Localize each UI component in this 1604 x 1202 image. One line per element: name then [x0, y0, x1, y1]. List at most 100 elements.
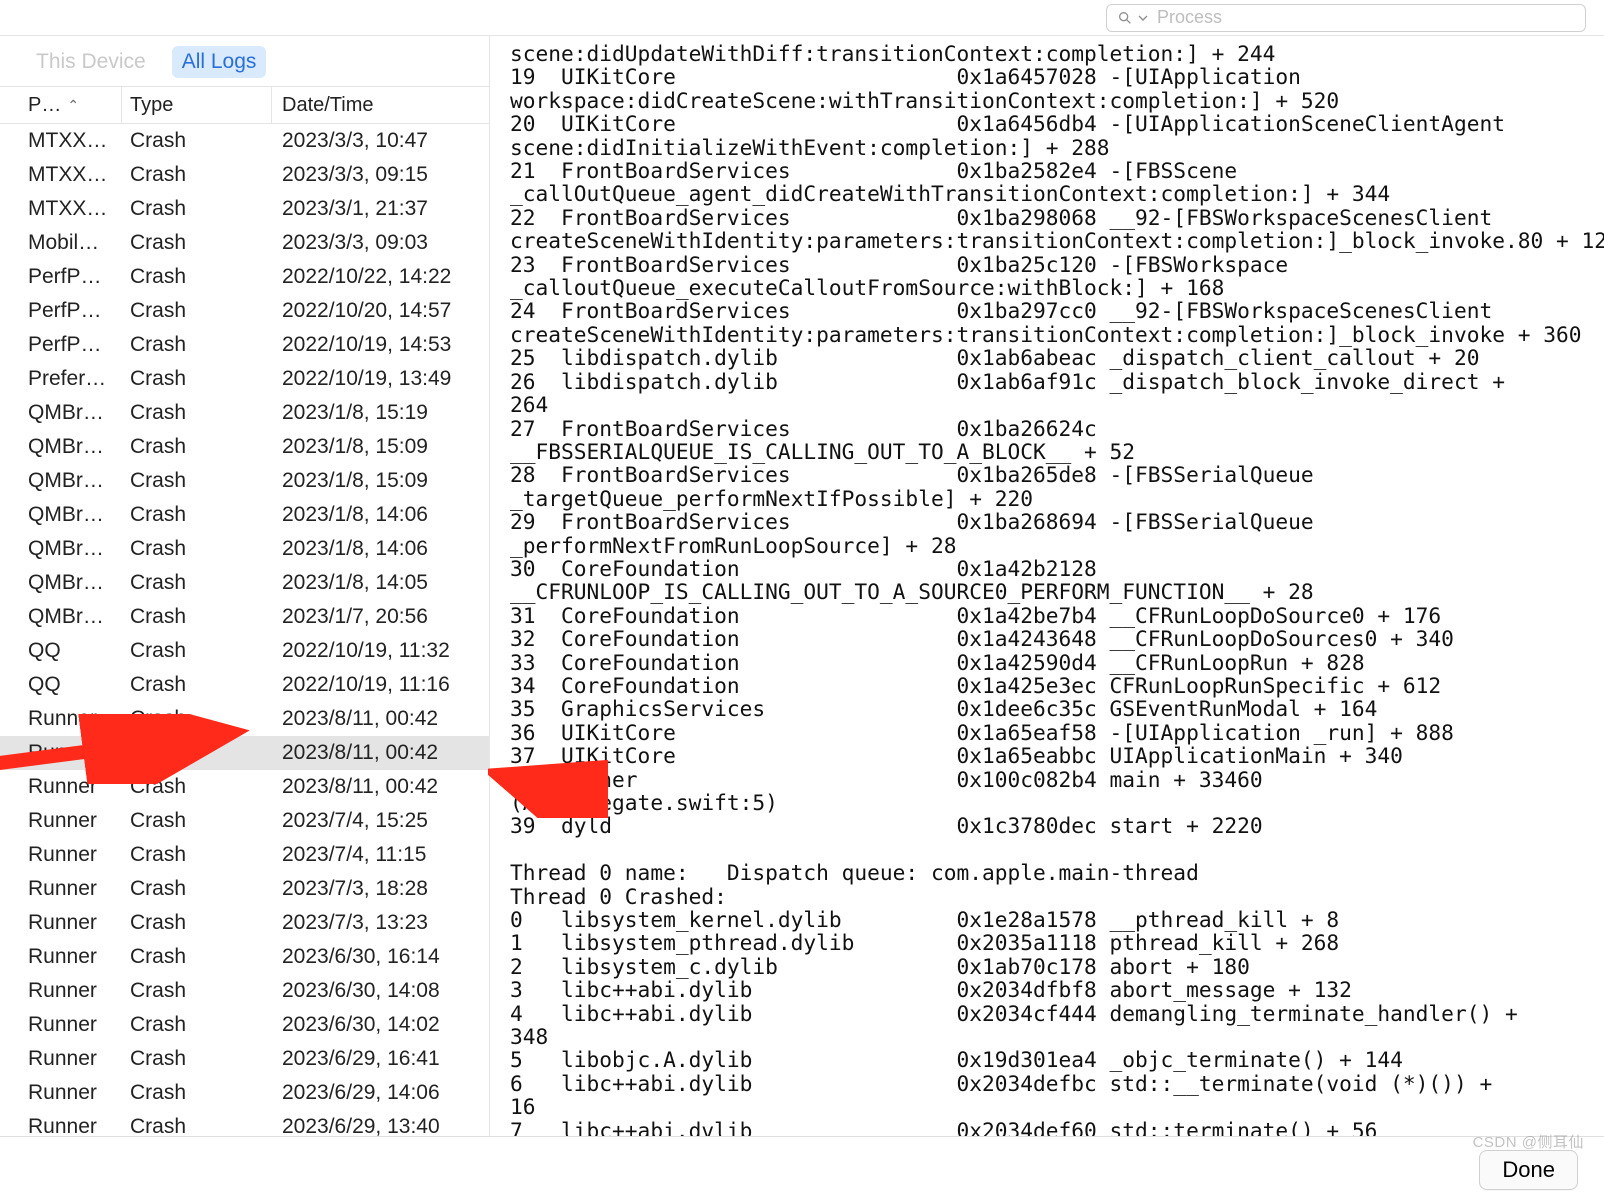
cell-type: Crash — [122, 639, 272, 663]
table-row[interactable]: MTXX…Crash2023/3/3, 10:47 — [0, 124, 489, 158]
cell-type: Crash — [122, 605, 272, 629]
cell-type: Crash — [122, 367, 272, 391]
cell-process: QQ — [0, 673, 122, 697]
table-row[interactable]: MTXX…Crash2023/3/1, 21:37 — [0, 192, 489, 226]
table-row[interactable]: RunnerCrash2023/7/3, 13:23 — [0, 906, 489, 940]
cell-process: Runner — [0, 1013, 122, 1037]
cell-type: Crash — [122, 197, 272, 221]
cell-type: Crash — [122, 843, 272, 867]
cell-date: 2023/1/8, 14:05 — [272, 571, 489, 595]
search-field[interactable] — [1106, 4, 1586, 32]
table-row[interactable]: MTXX…Crash2023/3/3, 09:15 — [0, 158, 489, 192]
cell-date: 2023/6/30, 14:08 — [272, 979, 489, 1003]
table-row[interactable]: QMBr…Crash2023/1/8, 14:05 — [0, 566, 489, 600]
cell-process: Runner — [0, 1115, 122, 1136]
column-process[interactable]: P… ⌃ — [0, 87, 122, 123]
table-row[interactable]: PerfP…Crash2022/10/22, 14:22 — [0, 260, 489, 294]
cell-process: QMBr… — [0, 469, 122, 493]
cell-date: 2023/3/3, 09:15 — [272, 163, 489, 187]
cell-type: Crash — [122, 1047, 272, 1071]
cell-date: 2022/10/19, 13:49 — [272, 367, 489, 391]
cell-process: MTXX… — [0, 129, 122, 153]
cell-date: 2023/1/8, 15:19 — [272, 401, 489, 425]
cell-date: 2023/7/3, 18:28 — [272, 877, 489, 901]
cell-date: 2023/8/11, 00:42 — [272, 775, 489, 799]
cell-date: 2023/1/8, 14:06 — [272, 503, 489, 527]
cell-date: 2023/7/3, 13:23 — [272, 911, 489, 935]
cell-type: Crash — [122, 571, 272, 595]
table-row[interactable]: PerfP…Crash2022/10/19, 14:53 — [0, 328, 489, 362]
cell-type: Crash — [122, 911, 272, 935]
column-date[interactable]: Date/Time — [272, 87, 489, 123]
tab-all-logs[interactable]: All Logs — [172, 46, 267, 78]
cell-type: Crash — [122, 1115, 272, 1136]
cell-type: Crash — [122, 673, 272, 697]
cell-type: Crash — [122, 945, 272, 969]
table-row[interactable]: QMBr…Crash2023/1/8, 14:06 — [0, 532, 489, 566]
cell-type: Crash — [122, 435, 272, 459]
table-row[interactable]: PerfP…Crash2022/10/20, 14:57 — [0, 294, 489, 328]
cell-process: QQ — [0, 639, 122, 663]
sort-ascending-icon: ⌃ — [67, 97, 79, 114]
table-row[interactable]: QMBr…Crash2023/1/7, 20:56 — [0, 600, 489, 634]
table-row[interactable]: RunnerCrash2023/8/11, 00:42 — [0, 736, 489, 770]
table-row[interactable]: RunnerCrash2023/6/30, 14:02 — [0, 1008, 489, 1042]
cell-date: 2023/1/7, 20:56 — [272, 605, 489, 629]
cell-type: Crash — [122, 809, 272, 833]
cell-date: 2022/10/19, 11:32 — [272, 639, 489, 663]
table-row[interactable]: Prefer…Crash2022/10/19, 13:49 — [0, 362, 489, 396]
search-input[interactable] — [1157, 7, 1575, 28]
cell-process: Runner — [0, 877, 122, 901]
cell-date: 2023/3/3, 10:47 — [272, 129, 489, 153]
cell-process: QMBr… — [0, 571, 122, 595]
table-row[interactable]: QMBr…Crash2023/1/8, 15:19 — [0, 396, 489, 430]
table-row[interactable]: RunnerCrash2023/6/29, 13:40 — [0, 1110, 489, 1136]
table-row[interactable]: RunnerCrash2023/6/30, 16:14 — [0, 940, 489, 974]
table-row[interactable]: RunnerCrash2023/6/29, 14:06 — [0, 1076, 489, 1110]
search-icon — [1117, 10, 1133, 26]
cell-date: 2023/6/30, 16:14 — [272, 945, 489, 969]
table-row[interactable]: QMBr…Crash2023/1/8, 15:09 — [0, 464, 489, 498]
table-row[interactable]: QQCrash2022/10/19, 11:32 — [0, 634, 489, 668]
cell-process: Runner — [0, 809, 122, 833]
cell-date: 2023/1/8, 14:06 — [272, 537, 489, 561]
cell-type: Crash — [122, 979, 272, 1003]
cell-date: 2022/10/19, 14:53 — [272, 333, 489, 357]
table-row[interactable]: RunnerCrash2023/6/29, 16:41 — [0, 1042, 489, 1076]
cell-process: Prefer… — [0, 367, 122, 391]
cell-type: Crash — [122, 129, 272, 153]
cell-type: Crash — [122, 1081, 272, 1105]
table-row[interactable]: RunnerCrash2023/8/11, 00:42 — [0, 770, 489, 804]
table-row[interactable]: RunnerCrash2023/7/4, 11:15 — [0, 838, 489, 872]
cell-process: Runner — [0, 1081, 122, 1105]
cell-date: 2022/10/20, 14:57 — [272, 299, 489, 323]
cell-process: PerfP… — [0, 265, 122, 289]
cell-process: Mobil… — [0, 231, 122, 255]
log-list[interactable]: MTXX…Crash2023/3/3, 10:47MTXX…Crash2023/… — [0, 124, 489, 1136]
table-row[interactable]: RunnerCrash2023/7/4, 15:25 — [0, 804, 489, 838]
table-row[interactable]: QQCrash2022/10/19, 11:16 — [0, 668, 489, 702]
cell-type: Crash — [122, 537, 272, 561]
cell-date: 2023/3/1, 21:37 — [272, 197, 489, 221]
tab-this-device[interactable]: This Device — [26, 46, 156, 78]
cell-date: 2023/7/4, 11:15 — [272, 843, 489, 867]
column-type[interactable]: Type — [122, 87, 272, 123]
cell-date: 2023/1/8, 15:09 — [272, 469, 489, 493]
table-row[interactable]: RunnerCrash2023/6/30, 14:08 — [0, 974, 489, 1008]
chevron-down-icon — [1135, 10, 1151, 26]
cell-process: Runner — [0, 741, 122, 765]
table-row[interactable]: RunnerCrash2023/8/11, 00:42 — [0, 702, 489, 736]
crash-log-detail[interactable]: scene:didUpdateWithDiff:transitionContex… — [490, 36, 1604, 1136]
watermark: CSDN @侧耳仙 — [1473, 1131, 1584, 1152]
done-button[interactable]: Done — [1479, 1150, 1578, 1190]
cell-process: Runner — [0, 707, 122, 731]
table-row[interactable]: Mobil…Crash2023/3/3, 09:03 — [0, 226, 489, 260]
column-headers: P… ⌃ Type Date/Time — [0, 86, 489, 124]
table-row[interactable]: QMBr…Crash2023/1/8, 14:06 — [0, 498, 489, 532]
table-row[interactable]: RunnerCrash2023/7/3, 18:28 — [0, 872, 489, 906]
toolbar — [0, 0, 1604, 36]
table-row[interactable]: QMBr…Crash2023/1/8, 15:09 — [0, 430, 489, 464]
cell-type: Crash — [122, 503, 272, 527]
cell-date: 2023/6/29, 13:40 — [272, 1115, 489, 1136]
cell-process: Runner — [0, 911, 122, 935]
